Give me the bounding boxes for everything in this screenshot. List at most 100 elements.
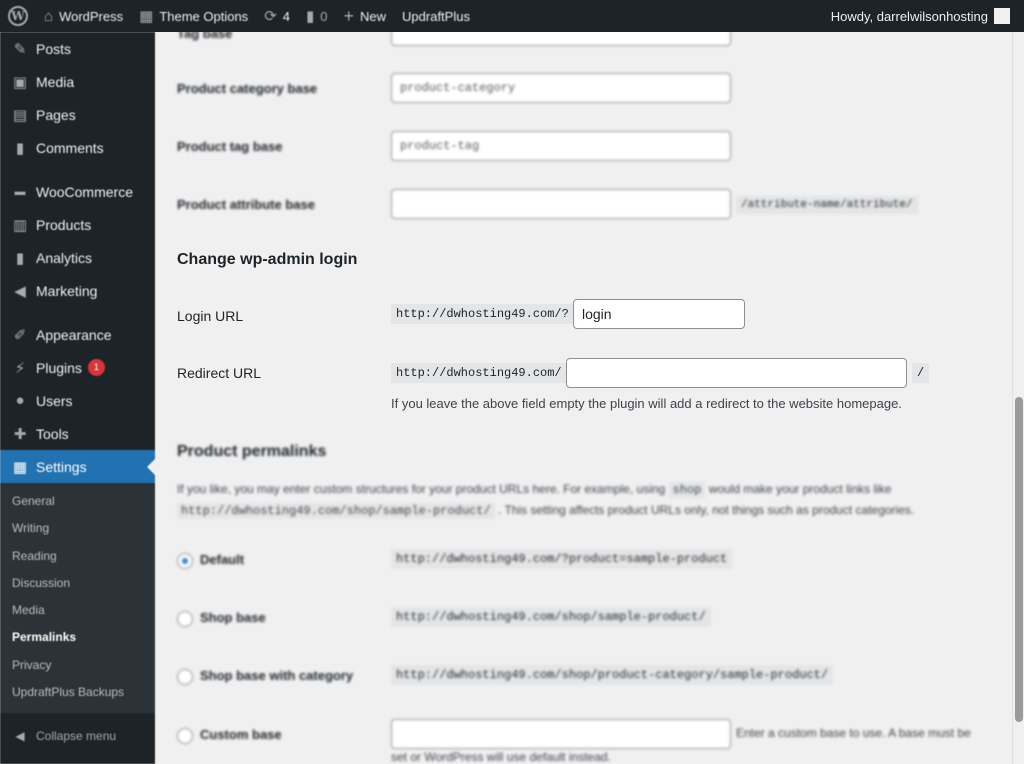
sidebar-item-label: Analytics [36, 249, 93, 266]
sidebar-item-label: Posts [36, 40, 72, 57]
howdy-label: Howdy, darrelwilsonhosting [830, 8, 988, 24]
submenu-item-updraftplus-backups[interactable]: UpdraftPlus Backups [0, 679, 155, 706]
tag-base-label: Tag base [177, 32, 233, 41]
sidebar-item-woocommerce[interactable]: ▬ WooCommerce [0, 175, 155, 208]
home-icon: ⌂ [44, 7, 54, 25]
permalink-shop-category-radio[interactable] [177, 669, 193, 685]
theme-options-icon: ▦ [139, 7, 154, 25]
sidebar-item-comments[interactable]: ▮ Comments [0, 131, 155, 164]
permalink-shop-base-radio[interactable] [177, 611, 193, 627]
collapse-arrow-icon: ◀ [15, 729, 25, 744]
theme-options-label: Theme Options [159, 8, 249, 24]
submenu-item-reading[interactable]: Reading [0, 543, 155, 570]
plus-icon: + [343, 6, 355, 26]
updates-link[interactable]: ⟳ 4 [256, 0, 298, 32]
submenu-item-permalinks[interactable]: Permalinks [0, 624, 155, 651]
sidebar-item-label: Tools [36, 425, 69, 442]
settings-submenu: General Writing Reading Discussion Media… [0, 483, 155, 714]
submenu-item-discussion[interactable]: Discussion [0, 570, 155, 597]
sidebar-item-pages[interactable]: ▤ Pages [0, 98, 155, 131]
sidebar-item-label: Plugins [36, 359, 82, 376]
wp-logo-menu[interactable]: W [0, 0, 36, 32]
sidebar-item-appearance[interactable]: ✐ Appearance [0, 318, 155, 351]
login-url-input[interactable]: login [573, 299, 745, 329]
woo-icon: ▬ [14, 185, 26, 198]
permalinks-desc-code: shop [668, 482, 706, 498]
sidebar-item-settings[interactable]: ▦ Settings [0, 450, 155, 483]
custom-base-help-2: set or WordPress will use default instea… [391, 750, 611, 764]
submenu-item-general[interactable]: General [0, 488, 155, 515]
permalink-shop-category-label: Shop base with category [200, 668, 354, 683]
product-tag-base-input[interactable]: product-tag [391, 131, 731, 161]
product-attribute-base-input[interactable] [391, 189, 731, 219]
sidebar-item-products[interactable]: ▥ Products [0, 208, 155, 241]
user-icon: ● [15, 392, 25, 409]
sidebar-item-label: Media [36, 73, 75, 90]
pin-icon: ✎ [13, 40, 27, 58]
wp-admin-login-heading: Change wp-admin login [177, 251, 358, 268]
wrench-icon: ✚ [13, 425, 27, 443]
sidebar-item-label: Pages [36, 106, 76, 123]
permalinks-desc-part3: . This setting affects product URLs only… [498, 503, 915, 517]
avatar [994, 8, 1010, 24]
permalinks-description: If you like, you may enter custom struct… [177, 479, 977, 521]
new-content-link[interactable]: + New [336, 0, 395, 32]
theme-options-link[interactable]: ▦ Theme Options [131, 0, 256, 32]
permalink-default-radio[interactable] [177, 553, 193, 569]
my-account-menu[interactable]: Howdy, darrelwilsonhosting [831, 0, 1024, 32]
product-category-base-input[interactable]: product-category [391, 73, 731, 103]
product-permalinks-heading: Product permalinks [177, 443, 327, 460]
permalink-default-label: Default [200, 552, 245, 567]
sidebar-item-label: Appearance [36, 326, 112, 343]
updates-count: 4 [282, 8, 290, 24]
settings-icon: ▦ [12, 458, 28, 476]
brush-icon: ✐ [13, 326, 27, 344]
tag-base-input[interactable] [391, 32, 731, 46]
product-category-base-value: product-category [400, 81, 516, 95]
admin-sidebar: ✎ Posts ▣ Media ▤ Pages ▮ Comments ▬ Woo… [0, 32, 155, 764]
sidebar-item-users[interactable]: ● Users [0, 384, 155, 417]
permalink-shop-base-label: Shop base [200, 610, 266, 625]
products-icon: ▥ [12, 216, 28, 234]
permalinks-desc-part1: If you like, you may enter custom struct… [177, 482, 666, 496]
megaphone-icon: ◀ [14, 282, 26, 300]
collapse-menu-button[interactable]: ◀ Collapse menu [0, 719, 155, 753]
comment-bubble-icon: ▮ [306, 7, 315, 25]
site-name-link[interactable]: ⌂ WordPress [36, 0, 131, 32]
sidebar-item-label: WooCommerce [36, 183, 133, 200]
redirect-url-label: Redirect URL [177, 365, 262, 381]
sidebar-item-tools[interactable]: ✚ Tools [0, 417, 155, 450]
settings-content: Tag base Product category base product-c… [155, 32, 1012, 764]
updraftplus-link[interactable]: UpdraftPlus [394, 0, 478, 32]
redirect-url-prefix: http://dwhosting49.com/ [391, 363, 567, 383]
redirect-url-input[interactable] [566, 358, 907, 388]
permalink-shop-category-example: http://dwhosting49.com/shop/product-cate… [391, 665, 834, 685]
sidebar-item-analytics[interactable]: ▮ Analytics [0, 241, 155, 274]
scrollbar-thumb[interactable] [1015, 397, 1023, 722]
sidebar-item-plugins[interactable]: ⚡ Plugins 1 [0, 351, 155, 384]
submenu-item-media[interactable]: Media [0, 597, 155, 624]
pages-icon: ▤ [12, 106, 28, 124]
submenu-item-privacy[interactable]: Privacy [0, 652, 155, 679]
permalink-custom-base-input[interactable] [391, 719, 731, 749]
menu-separator [0, 164, 155, 175]
media-icon: ▣ [12, 73, 28, 91]
analytics-icon: ▮ [15, 249, 25, 267]
site-name-label: WordPress [59, 8, 124, 24]
login-url-label: Login URL [177, 308, 244, 324]
sidebar-item-posts[interactable]: ✎ Posts [0, 32, 155, 65]
sidebar-item-marketing[interactable]: ◀ Marketing [0, 274, 155, 307]
sidebar-item-label: Users [36, 392, 73, 409]
comments-link[interactable]: ▮ 0 [298, 0, 336, 32]
page-scrollbar[interactable] [1012, 32, 1024, 764]
permalink-custom-base-label: Custom base [200, 727, 282, 742]
product-attribute-base-label: Product attribute base [177, 197, 315, 212]
permalink-custom-base-radio[interactable] [177, 728, 193, 744]
updraftplus-label: UpdraftPlus [402, 8, 470, 24]
sidebar-item-media[interactable]: ▣ Media [0, 65, 155, 98]
login-url-prefix: http://dwhosting49.com/? [391, 304, 574, 324]
submenu-item-writing[interactable]: Writing [0, 515, 155, 542]
permalink-shop-base-example: http://dwhosting49.com/shop/sample-produ… [391, 607, 711, 627]
sidebar-item-label: Marketing [36, 282, 98, 299]
redirect-url-suffix: / [912, 363, 930, 383]
